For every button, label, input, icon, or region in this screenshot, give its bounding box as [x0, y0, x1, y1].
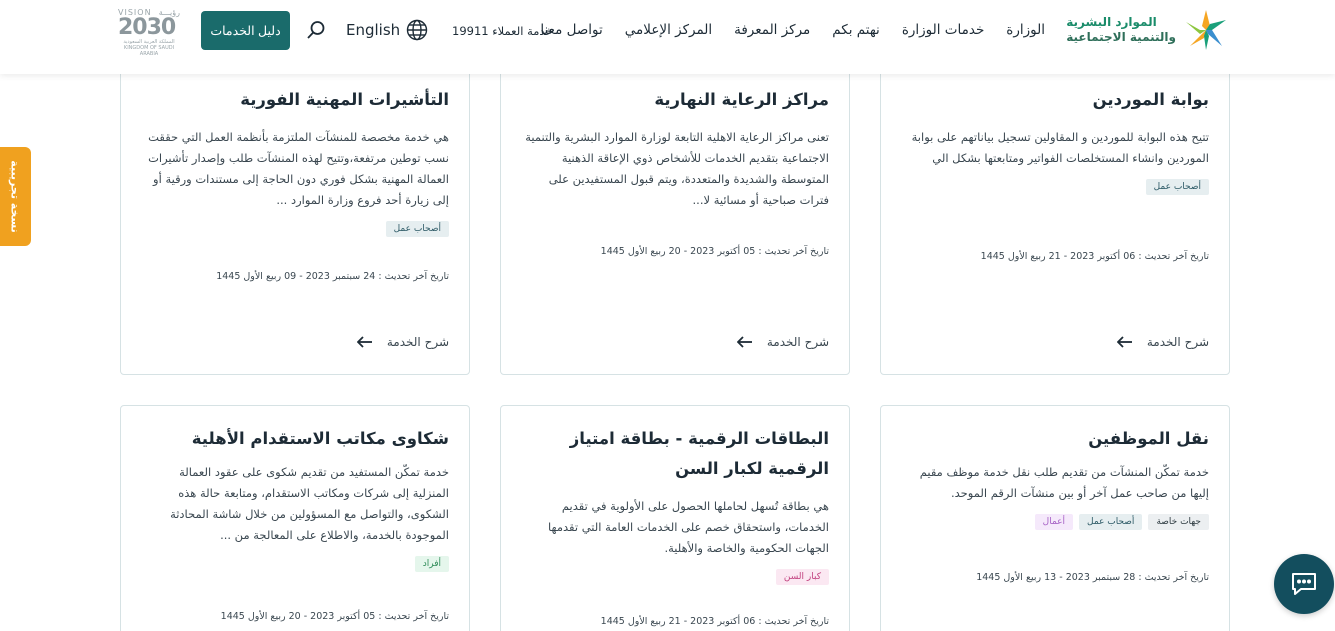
service-card[interactable]: مراكز الرعاية النهارية تعنى مراكز الرعاي… [500, 68, 850, 375]
customer-service-number[interactable]: خدمة العملاء 19911 [452, 24, 553, 38]
card-description: هي بطاقة تُسهل لحاملها الحصول على الأولو… [548, 499, 829, 555]
card-title[interactable]: مراكز الرعاية النهارية [521, 85, 829, 115]
site-header: الموارد البشرية والتنمية الاجتماعية الوز… [0, 0, 1335, 74]
main-nav: الوزارة خدمات الوزارة نهتم بكم مركز المع… [540, 22, 1045, 38]
card-description: تتيح هذه البوابة للموردين و المقاولين تس… [911, 130, 1209, 165]
service-card[interactable]: شكاوى مكاتب الاستقدام الأهلية خدمة تمكّن… [120, 405, 470, 631]
vision-sub-en: KINGDOM OF SAUDI ARABIA [123, 45, 175, 57]
explain-label: شرح الخدمة [386, 335, 449, 349]
tag-badge: أصحاب عمل [1145, 179, 1209, 195]
service-card[interactable]: نقل الموظفين خدمة تمكّن المنشآت من تقديم… [880, 405, 1230, 631]
card-description: هي خدمة مخصصة للمنشآت الملتزمة بأنظمة ال… [148, 130, 449, 207]
last-updated: تاريخ آخر تحديث : 06 أكتوبر 2023 - 21 رب… [980, 251, 1209, 262]
explain-service-link[interactable]: شرح الخدمة [1116, 335, 1209, 349]
vision-year: 2030 [118, 15, 176, 40]
card-tags: أفراد [141, 556, 449, 572]
search-icon[interactable] [306, 20, 326, 40]
card-tags: أصحاب عمل [901, 179, 1209, 195]
logo-line-1: الموارد البشرية [1066, 15, 1157, 29]
last-updated: تاريخ آخر تحديث : 05 أكتوبر 2023 - 20 رب… [600, 246, 829, 257]
arrow-left-icon [736, 336, 752, 348]
card-tags: أصحاب عمل [141, 221, 449, 237]
nav-media-center[interactable]: المركز الإعلامي [625, 22, 712, 38]
arrow-left-icon [1116, 336, 1132, 348]
nav-ministry[interactable]: الوزارة [1006, 22, 1045, 38]
beta-tab-label: نسخة تجريبية [9, 160, 22, 233]
last-updated: تاريخ آخر تحديث : 06 أكتوبر 2023 - 21 رب… [600, 616, 829, 627]
card-description: خدمة تمكّن المنشآت من تقديم طلب نقل خدمة… [919, 465, 1209, 500]
service-card[interactable]: بوابة الموردين تتيح هذه البوابة للموردين… [880, 68, 1230, 375]
card-title[interactable]: البطاقات الرقمية - بطاقة امتياز الرقمية … [521, 424, 829, 484]
explain-service-link[interactable]: شرح الخدمة [356, 335, 449, 349]
ministry-logo[interactable]: الموارد البشرية والتنمية الاجتماعية [1066, 6, 1230, 54]
services-guide-button[interactable]: دليل الخدمات [201, 11, 290, 50]
explain-label: شرح الخدمة [766, 335, 829, 349]
language-switch[interactable]: English [346, 19, 428, 41]
chat-button[interactable] [1274, 554, 1334, 614]
tag-badge: أصحاب عمل [1079, 514, 1143, 530]
card-tags: جهات خاصة أصحاب عمل أعمال [901, 514, 1209, 530]
last-updated: تاريخ آخر تحديث : 24 سبتمبر 2023 - 09 رب… [216, 271, 449, 282]
chat-bubble-icon [1292, 573, 1316, 595]
tag-badge: جهات خاصة [1148, 514, 1209, 530]
service-card[interactable]: التأشيرات المهنية الفورية هي خدمة مخصصة … [120, 68, 470, 375]
card-description: خدمة تمكّن المستفيد من تقديم شكوى على عق… [170, 465, 449, 542]
last-updated: تاريخ آخر تحديث : 28 سبتمبر 2023 - 13 رب… [976, 572, 1209, 583]
tag-badge: أعمال [1034, 514, 1074, 530]
nav-knowledge-center[interactable]: مركز المعرفة [734, 22, 810, 38]
nav-ministry-services[interactable]: خدمات الوزارة [902, 22, 984, 38]
card-description: تعنى مراكز الرعاية الاهلية التابعة لوزار… [525, 130, 829, 207]
beta-version-tab[interactable]: نسخة تجريبية [0, 147, 31, 246]
language-label: English [346, 21, 401, 39]
service-card[interactable]: البطاقات الرقمية - بطاقة امتياز الرقمية … [500, 405, 850, 631]
tag-badge: أصحاب عمل [385, 221, 449, 237]
tag-badge: أفراد [414, 556, 449, 572]
nav-we-care[interactable]: نهتم بكم [832, 22, 880, 38]
card-tags: كبار السن [521, 569, 829, 585]
logo-text: الموارد البشرية والتنمية الاجتماعية [1066, 15, 1176, 45]
explain-service-link[interactable]: شرح الخدمة [736, 335, 829, 349]
vision-2030-logo: VISION رؤيـــة 2030 المملكة العربية السعو… [118, 8, 180, 57]
logo-line-2: والتنمية الاجتماعية [1066, 30, 1176, 44]
arrow-left-icon [356, 336, 372, 348]
card-title[interactable]: التأشيرات المهنية الفورية [141, 85, 449, 115]
tag-badge: كبار السن [775, 569, 829, 585]
card-title[interactable]: بوابة الموردين [901, 85, 1209, 115]
last-updated: تاريخ آخر تحديث : 05 أكتوبر 2023 - 20 رب… [220, 611, 449, 622]
card-title[interactable]: شكاوى مكاتب الاستقدام الأهلية [141, 424, 449, 454]
explain-label: شرح الخدمة [1146, 335, 1209, 349]
card-title[interactable]: نقل الموظفين [901, 424, 1209, 454]
globe-icon [406, 19, 428, 41]
ministry-logo-mark-icon [1186, 10, 1226, 50]
